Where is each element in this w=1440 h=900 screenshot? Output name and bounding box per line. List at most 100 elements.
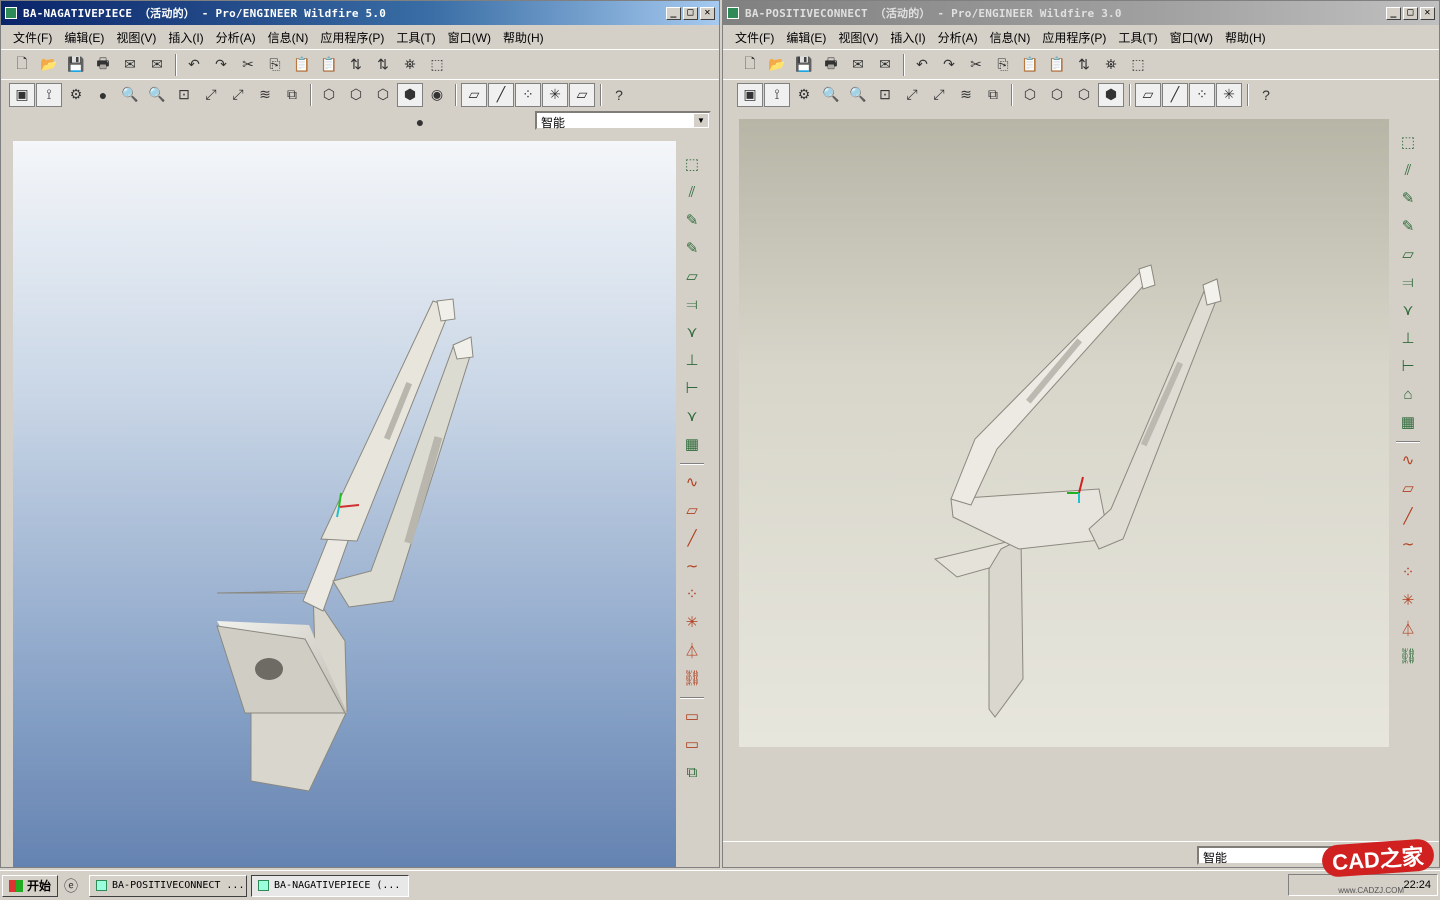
- flat-wall-icon[interactable]: ▱: [680, 263, 704, 289]
- reorient-icon[interactable]: ⤢: [899, 83, 925, 107]
- datum-curve-icon[interactable]: ∿: [1396, 447, 1420, 473]
- coordinate-system-icon[interactable]: ✳: [1396, 587, 1420, 613]
- send-mail-icon[interactable]: ✉: [117, 53, 143, 77]
- menu-applications[interactable]: 应用程序(P): [314, 29, 390, 46]
- bend-back-icon[interactable]: ⊢: [1396, 353, 1420, 379]
- coordinate-systems-icon[interactable]: ✳: [542, 82, 568, 107]
- datum-axis-red-icon[interactable]: ╱: [1396, 503, 1420, 529]
- taskbar-item-nagativepiece[interactable]: BA-NAGATIVEPIECE (...: [251, 874, 410, 897]
- datum-points-icon[interactable]: ⁘: [515, 82, 541, 107]
- redo-icon[interactable]: ↷: [208, 53, 234, 77]
- print-icon[interactable]: 🖶: [818, 53, 844, 77]
- annotations-icon[interactable]: ▱: [569, 82, 595, 107]
- undo-icon[interactable]: ↶: [909, 53, 935, 77]
- bend-icon[interactable]: ⋎: [680, 319, 704, 345]
- enhanced-realism-icon[interactable]: ◉: [424, 83, 450, 107]
- menu-analysis[interactable]: 分析(A): [932, 29, 984, 46]
- find-icon[interactable]: ⛯: [1098, 53, 1124, 77]
- menu-insert[interactable]: 插入(I): [162, 29, 209, 46]
- curve-icon[interactable]: ∼: [1396, 531, 1420, 557]
- cut-icon[interactable]: ✂: [963, 53, 989, 77]
- menu-help[interactable]: 帮助(H): [497, 29, 550, 46]
- send-mail-icon[interactable]: ✉: [845, 53, 871, 77]
- view-manager-icon[interactable]: ⧉: [279, 83, 305, 107]
- orient-mode-icon[interactable]: ⚙: [63, 83, 89, 107]
- datum-points-icon[interactable]: ⁘: [1189, 82, 1215, 107]
- sketch-plane-icon[interactable]: ✎: [1396, 213, 1420, 239]
- start-button[interactable]: 开始: [2, 874, 59, 897]
- copy-icon[interactable]: ⎘: [990, 53, 1016, 77]
- flowchart-icon[interactable]: ⧉: [680, 759, 704, 785]
- paste-icon[interactable]: 📋: [1017, 53, 1043, 77]
- redraw-icon[interactable]: ▣: [9, 82, 35, 107]
- datum-axis-tool-icon[interactable]: ⫽: [1396, 157, 1420, 183]
- close-button[interactable]: ✕: [1420, 6, 1435, 20]
- datum-axes-icon[interactable]: ╱: [1162, 82, 1188, 107]
- regen-manager-icon[interactable]: ⇅: [370, 53, 396, 77]
- new-icon[interactable]: 🗋: [737, 53, 763, 77]
- menu-help[interactable]: 帮助(H): [1219, 29, 1272, 46]
- shading-icon[interactable]: ⬢: [1098, 82, 1124, 107]
- zoom-out-icon[interactable]: 🔍: [144, 83, 170, 107]
- chain-icon[interactable]: ⛓: [1396, 643, 1420, 669]
- menu-analysis[interactable]: 分析(A): [210, 29, 262, 46]
- analysis-feature-icon[interactable]: ⏃: [1396, 615, 1420, 641]
- refit-icon[interactable]: ⊡: [872, 83, 898, 107]
- zoom-in-icon[interactable]: 🔍: [818, 83, 844, 107]
- send-link-icon[interactable]: ✉: [144, 53, 170, 77]
- maximize-button[interactable]: □: [683, 6, 698, 20]
- sketch-tool-icon[interactable]: ✎: [680, 207, 704, 233]
- saved-views-icon[interactable]: ⤢: [225, 83, 251, 107]
- menu-file[interactable]: 文件(F): [729, 29, 780, 46]
- context-help-icon[interactable]: ?: [1253, 83, 1279, 107]
- close-button[interactable]: ✕: [700, 6, 715, 20]
- shading-icon[interactable]: ⬢: [397, 82, 423, 107]
- flange-wall-icon[interactable]: ⫤: [680, 291, 704, 317]
- menu-edit[interactable]: 编辑(E): [58, 29, 110, 46]
- analysis-feature-icon[interactable]: ⏃: [680, 637, 704, 663]
- datum-curve-icon[interactable]: ∿: [680, 469, 704, 495]
- view-manager-icon[interactable]: ⧉: [980, 83, 1006, 107]
- menu-view[interactable]: 视图(V): [832, 29, 884, 46]
- datum-plane-red-icon[interactable]: ▱: [680, 497, 704, 523]
- paste-icon[interactable]: 📋: [289, 53, 315, 77]
- print-icon[interactable]: 🖶: [90, 53, 116, 77]
- orient-mode-icon[interactable]: ⚙: [791, 83, 817, 107]
- bend-back-icon[interactable]: ⊢: [680, 375, 704, 401]
- appearance-icon[interactable]: ●: [90, 83, 116, 107]
- datum-point-icon[interactable]: ⁘: [1396, 559, 1420, 585]
- regenerate-icon[interactable]: ⇅: [343, 53, 369, 77]
- taskbar-item-positiveconnect[interactable]: BA-POSITIVECONNECT ...: [89, 874, 248, 897]
- save-icon[interactable]: 💾: [63, 53, 89, 77]
- open-icon[interactable]: 📂: [764, 53, 790, 77]
- new-icon[interactable]: 🗋: [9, 53, 35, 77]
- reorient-icon[interactable]: ⤢: [198, 83, 224, 107]
- form-icon[interactable]: ⌂: [1396, 381, 1420, 407]
- menu-tools[interactable]: 工具(T): [390, 29, 441, 46]
- menu-insert[interactable]: 插入(I): [884, 29, 931, 46]
- cut-icon[interactable]: ✂: [235, 53, 261, 77]
- menu-info[interactable]: 信息(N): [262, 29, 315, 46]
- zoom-in-icon[interactable]: 🔍: [117, 83, 143, 107]
- select-box-icon[interactable]: ⬚: [424, 53, 450, 77]
- left-title-bar[interactable]: BA-NAGATIVEPIECE （活动的） - Pro/ENGINEER Wi…: [1, 1, 719, 25]
- no-hidden-icon[interactable]: ⬡: [370, 83, 396, 107]
- datum-plane-tool-icon[interactable]: ⬚: [680, 151, 704, 177]
- redraw-icon[interactable]: ▣: [737, 82, 763, 107]
- saved-views-icon[interactable]: ⤢: [926, 83, 952, 107]
- minimize-button[interactable]: _: [666, 6, 681, 20]
- coordinate-system-icon[interactable]: ✳: [680, 609, 704, 635]
- coordinate-systems-icon[interactable]: ✳: [1216, 82, 1242, 107]
- maximize-button[interactable]: □: [1403, 6, 1418, 20]
- flat-pattern-icon[interactable]: ▦: [1396, 409, 1420, 435]
- save-icon[interactable]: 💾: [791, 53, 817, 77]
- flange-wall-icon[interactable]: ⫤: [1396, 269, 1420, 295]
- menu-applications[interactable]: 应用程序(P): [1036, 29, 1112, 46]
- sketch-tool-icon[interactable]: ✎: [1396, 185, 1420, 211]
- layers-icon[interactable]: ≋: [252, 83, 278, 107]
- zoom-out-icon[interactable]: 🔍: [845, 83, 871, 107]
- datum-planes-icon[interactable]: ▱: [461, 82, 487, 107]
- right-graphics-area[interactable]: [739, 119, 1389, 747]
- datum-planes-icon[interactable]: ▱: [1135, 82, 1161, 107]
- send-link-icon[interactable]: ✉: [872, 53, 898, 77]
